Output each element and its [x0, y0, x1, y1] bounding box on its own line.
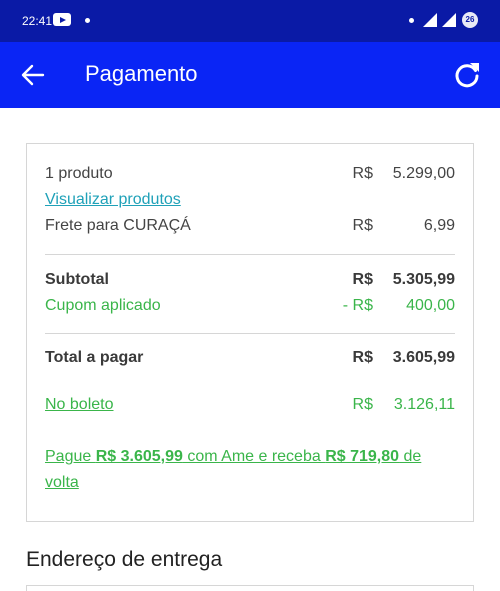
- subtotal-label: Subtotal: [45, 271, 109, 288]
- coupon-label: Cupom aplicado: [45, 297, 161, 314]
- subtotal-value: 5.305,99: [392, 271, 455, 288]
- address-card[interactable]: [26, 585, 474, 591]
- shipping-value: 6,99: [423, 217, 455, 234]
- product-currency: R$: [352, 165, 373, 182]
- ame-cashback-amount: R$ 719,80: [325, 448, 400, 465]
- ame-prefix: Pague: [45, 448, 96, 465]
- subtotal-currency: R$: [352, 271, 373, 288]
- page-title: Pagamento: [85, 61, 198, 86]
- coupon-value: 400,00: [406, 297, 455, 314]
- ame-cashback-link[interactable]: Pague R$ 3.605,99 com Ame e receba R$ 71…: [45, 444, 459, 496]
- shipping-label: Frete para CURAÇÁ: [45, 217, 191, 234]
- divider: [45, 254, 455, 255]
- total-value: 3.605,99: [392, 349, 455, 366]
- product-count: 1 produto: [45, 165, 113, 182]
- order-summary-card: 1 produto R$ 5.299,00 Visualizar produto…: [26, 143, 474, 522]
- boleto-currency: R$: [352, 396, 373, 413]
- alarm-dot-icon: [409, 18, 414, 23]
- ame-middle: com Ame e receba: [182, 448, 326, 465]
- wifi-signal-icon: [423, 13, 437, 27]
- status-time: 22:41: [22, 14, 53, 28]
- status-bar: 22:41 26: [0, 0, 500, 42]
- refresh-icon[interactable]: [452, 60, 482, 90]
- total-row: Total a pagar R$ 3.605,99: [45, 349, 455, 369]
- total-label: Total a pagar: [45, 349, 144, 366]
- boleto-value: 3.126,11: [393, 396, 455, 413]
- back-arrow-icon[interactable]: [20, 62, 46, 88]
- youtube-notification-icon: [53, 13, 71, 26]
- shipping-row: Frete para CURAÇÁ R$ 6,99: [45, 217, 455, 237]
- product-value: 5.299,00: [392, 165, 455, 182]
- boleto-link[interactable]: No boleto: [45, 396, 114, 414]
- cell-signal-icon: [442, 13, 456, 27]
- shipping-currency: R$: [352, 217, 373, 234]
- view-products-link[interactable]: Visualizar produtos: [45, 191, 181, 209]
- app-bar: Pagamento: [0, 42, 500, 108]
- divider: [45, 333, 455, 334]
- total-currency: R$: [352, 349, 373, 366]
- view-products-row: Visualizar produtos: [45, 191, 455, 211]
- notification-dot-icon: [85, 18, 90, 23]
- product-row: 1 produto R$ 5.299,00: [45, 165, 455, 185]
- coupon-row: Cupom aplicado - R$ 400,00: [45, 297, 455, 317]
- battery-icon: 26: [462, 12, 478, 28]
- boleto-row: No boleto R$ 3.126,11: [45, 396, 455, 416]
- address-section-title: Endereço de entrega: [26, 548, 223, 571]
- ame-amount: R$ 3.605,99: [95, 448, 183, 465]
- subtotal-row: Subtotal R$ 5.305,99: [45, 271, 455, 291]
- coupon-currency: - R$: [342, 297, 373, 314]
